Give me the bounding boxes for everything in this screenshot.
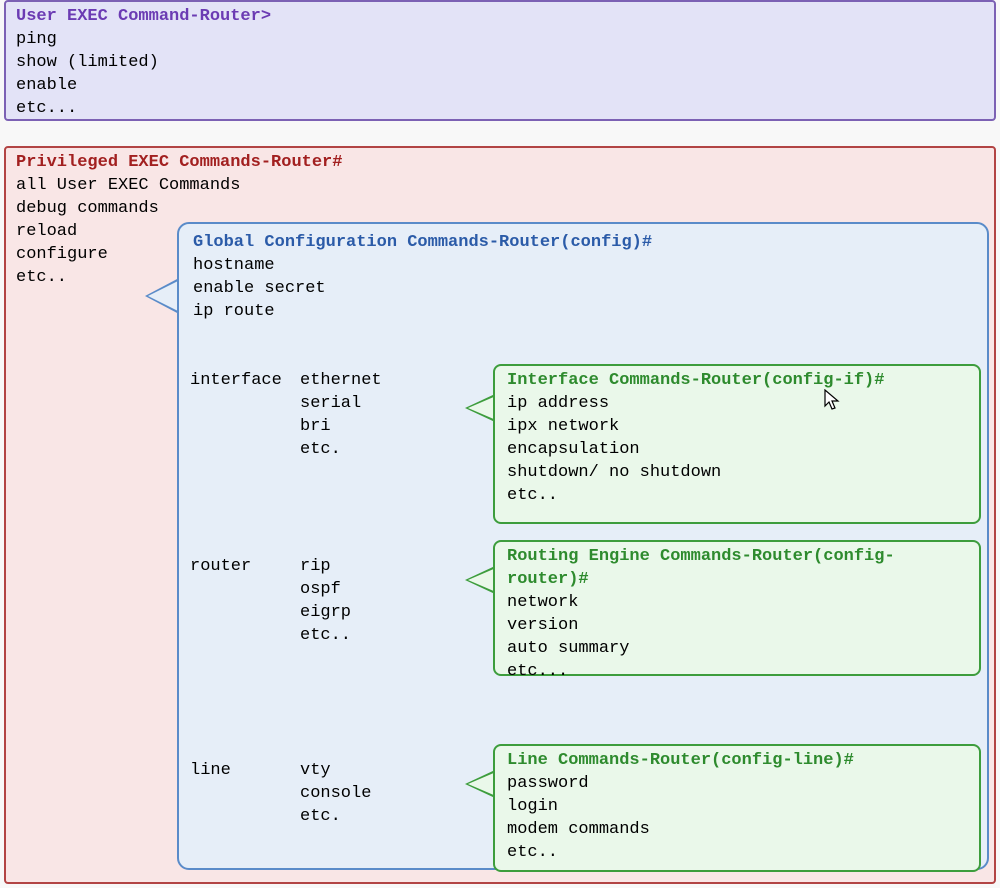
interface-commands-box: Interface Commands-Router(config-if)# ip… [493,364,981,524]
line-commands-line: password [507,773,967,796]
callout-pointer-icon [468,568,496,592]
user-exec-line: show (limited) [16,52,984,75]
user-exec-title: User EXEC Command-Router> [16,6,984,29]
routing-engine-commands-line: network [507,592,967,615]
callout-pointer-icon [148,280,180,312]
line-keyword: line [190,760,231,783]
global-config-line: ip route [193,301,973,324]
interface-commands-line: etc.. [507,485,967,508]
global-config-title: Global Configuration Commands-Router(con… [193,232,973,255]
priv-exec-line: all User EXEC Commands [16,175,984,198]
routing-engine-commands-line: auto summary [507,638,967,661]
interface-commands-line: shutdown/ no shutdown [507,462,967,485]
diagram-root: User EXEC Command-Router> ping show (lim… [0,0,1000,888]
global-config-line: hostname [193,255,973,278]
global-config-line: enable secret [193,278,973,301]
routing-engine-commands-line: etc... [507,661,967,684]
user-exec-line: etc... [16,98,984,121]
interface-values: ethernet serial bri etc. [300,370,382,462]
line-commands-box: Line Commands-Router(config-line)# passw… [493,744,981,872]
interface-commands-line: encapsulation [507,439,967,462]
priv-exec-title: Privileged EXEC Commands-Router# [16,152,984,175]
router-values: rip ospf eigrp etc.. [300,556,351,648]
line-commands-line: modem commands [507,819,967,842]
routing-engine-commands-box: Routing Engine Commands-Router(config-ro… [493,540,981,676]
routing-engine-commands-title: Routing Engine Commands-Router(config-ro… [507,546,967,592]
router-keyword: router [190,556,251,579]
routing-engine-commands-line: version [507,615,967,638]
interface-keyword: interface [190,370,282,393]
priv-exec-line: debug commands [16,198,984,221]
callout-pointer-icon [468,396,496,420]
line-commands-title: Line Commands-Router(config-line)# [507,750,967,773]
interface-commands-line: ip address [507,393,967,416]
interface-commands-line: ipx network [507,416,967,439]
user-exec-line: enable [16,75,984,98]
line-commands-line: login [507,796,967,819]
line-values: vty console etc. [300,760,371,829]
interface-commands-title: Interface Commands-Router(config-if)# [507,370,967,393]
callout-pointer-icon [468,772,496,796]
line-commands-line: etc.. [507,842,967,865]
user-exec-box: User EXEC Command-Router> ping show (lim… [4,0,996,121]
user-exec-line: ping [16,29,984,52]
